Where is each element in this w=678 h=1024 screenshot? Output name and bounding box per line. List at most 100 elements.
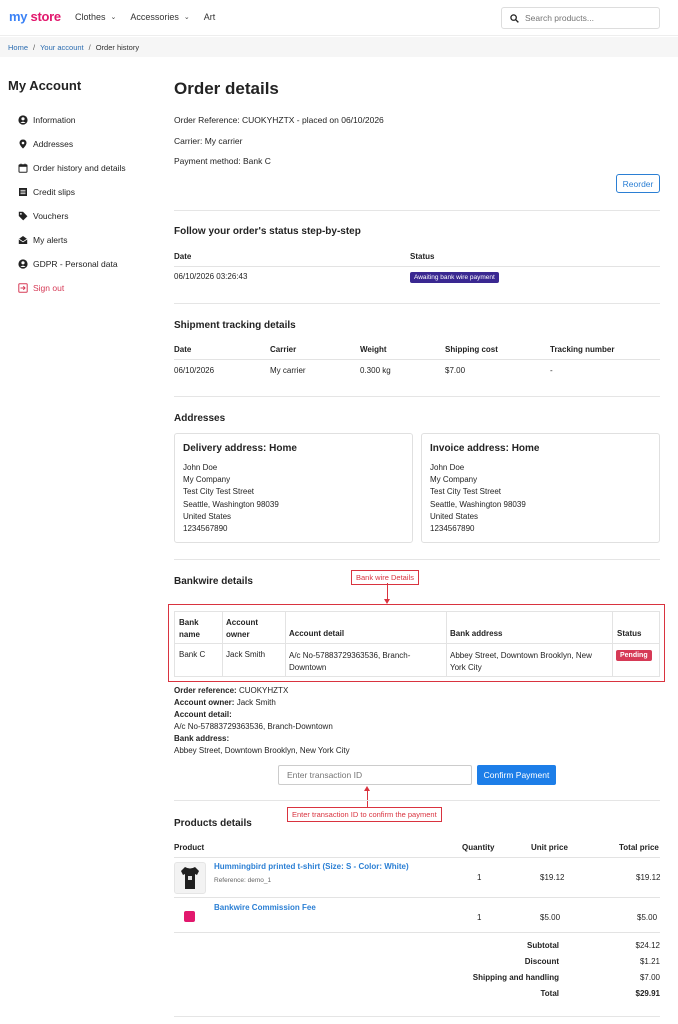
- bankwire-section-title: Bankwire details: [174, 576, 253, 587]
- calendar-icon: [18, 163, 28, 173]
- nav-item-accessories[interactable]: Accessories ⌄: [130, 12, 189, 22]
- shipment-date: 06/10/2026: [174, 366, 215, 375]
- bank-account-owner: Jack Smith: [226, 650, 266, 659]
- delivery-address-card: Delivery address: Home John Doe My Compa…: [174, 433, 413, 543]
- divider: [174, 800, 660, 801]
- status-date: 06/10/2026 03:26:43: [174, 272, 248, 281]
- column-divider: [285, 611, 286, 677]
- list-icon: [18, 187, 28, 197]
- order-reference: Order Reference: CUOKYHZTX - placed on 0…: [174, 115, 384, 125]
- breadcrumb-home[interactable]: Home: [8, 43, 28, 52]
- table-header-line: [174, 266, 660, 267]
- user-circle-icon: [18, 259, 28, 269]
- page-title: Order details: [174, 79, 279, 98]
- summary-account-owner: Account owner: Jack Smith: [174, 698, 276, 707]
- site-header: my store Clothes ⌄ Accessories ⌄ Art: [0, 0, 678, 36]
- sidebar-item-my-alerts[interactable]: My alerts: [8, 228, 158, 252]
- map-pin-icon: [18, 139, 28, 149]
- header-line: Account: [226, 618, 258, 627]
- divider: [174, 396, 660, 397]
- shipment-header-weight: Weight: [360, 345, 387, 354]
- address-line: Test City Test Street: [183, 487, 254, 497]
- sidebar-item-gdpr[interactable]: GDPR - Personal data: [8, 252, 158, 276]
- product-reference: Reference: demo_1: [214, 877, 272, 884]
- bank-header-account-owner: Account owner: [226, 617, 258, 641]
- confirm-payment-button[interactable]: Confirm Payment: [477, 765, 556, 785]
- products-section-title: Products details: [174, 818, 252, 829]
- bank-account-detail: A/c No-57883729363536, Branch- Downtown: [289, 650, 410, 674]
- transaction-id-callout: Enter transaction ID to confirm the paym…: [287, 807, 442, 822]
- shipping-label: Shipping and handling: [472, 973, 559, 982]
- table-header-line: [174, 359, 660, 360]
- sidebar-item-sign-out[interactable]: Sign out: [8, 276, 158, 300]
- summary-order-reference: Order reference: CUOKYHZTX: [174, 686, 289, 695]
- product-link[interactable]: Hummingbird printed t-shirt (Size: S - C…: [214, 862, 409, 871]
- sidebar-item-information[interactable]: Information: [8, 108, 158, 132]
- cell-line: York City: [450, 663, 482, 672]
- address-line: John Doe: [183, 463, 218, 472]
- discount-value: $1.21: [639, 957, 660, 966]
- bankwire-summary: Order reference: CUOKYHZTX Account owner…: [174, 685, 350, 757]
- products-header-quantity: Quantity: [462, 843, 495, 852]
- header-line: name: [179, 630, 200, 639]
- invoice-address-card: Invoice address: Home John Doe My Compan…: [421, 433, 660, 543]
- divider: [174, 559, 660, 560]
- invoice-address-title: Invoice address: Home: [430, 443, 540, 454]
- reorder-button[interactable]: Reorder: [616, 174, 660, 193]
- row-line: [174, 932, 660, 933]
- status-header-date: Date: [174, 252, 192, 261]
- sidebar-item-addresses[interactable]: Addresses: [8, 132, 158, 156]
- store-logo[interactable]: my store: [9, 9, 61, 24]
- products-header-product: Product: [174, 843, 205, 852]
- product-unit-price: $19.12: [540, 873, 565, 882]
- search-input[interactable]: [525, 13, 655, 23]
- summary-account-detail-value: A/c No-57883729363536, Branch-Downtown: [174, 722, 333, 731]
- bank-header-bank-address: Bank address: [450, 629, 503, 638]
- nav-item-art[interactable]: Art: [204, 12, 216, 22]
- bank-header-status: Status: [617, 629, 642, 638]
- main-nav: Clothes ⌄ Accessories ⌄ Art: [75, 12, 229, 22]
- table-header-line: [174, 643, 660, 644]
- sidebar-title: My Account: [8, 78, 82, 93]
- status-section-title: Follow your order's status step-by-step: [174, 226, 361, 237]
- total-value: $29.91: [635, 989, 660, 998]
- breadcrumb-current: Order history: [95, 43, 140, 52]
- shipment-cost: $7.00: [445, 366, 466, 375]
- transaction-id-input[interactable]: [278, 765, 472, 785]
- sidebar-item-order-history[interactable]: Order history and details: [8, 156, 158, 180]
- divider: [174, 1016, 660, 1017]
- product-quantity: 1: [477, 913, 482, 922]
- bank-header-bank-name: Bank name: [179, 617, 200, 641]
- sidebar-item-vouchers[interactable]: Vouchers: [8, 204, 158, 228]
- product-thumbnail[interactable]: [174, 862, 206, 894]
- address-line: Seattle, Washington 98039: [430, 499, 526, 509]
- sidebar-item-credit-slips[interactable]: Credit slips: [8, 180, 158, 204]
- order-payment-method: Payment method: Bank C: [174, 156, 271, 166]
- callout-arrow: [367, 791, 368, 807]
- search-box[interactable]: [501, 7, 660, 29]
- fee-icon: [184, 911, 195, 922]
- shipment-header-date: Date: [174, 345, 192, 354]
- shipment-header-carrier: Carrier: [270, 345, 297, 354]
- nav-item-clothes[interactable]: Clothes ⌄: [75, 12, 116, 22]
- breadcrumb-your-account[interactable]: Your account: [40, 43, 84, 52]
- product-quantity: 1: [477, 873, 482, 882]
- tshirt-icon: [181, 867, 199, 889]
- bank-name: Bank C: [179, 650, 206, 659]
- header-line: owner: [226, 630, 250, 639]
- user-icon: [18, 115, 28, 125]
- shipment-section-title: Shipment tracking details: [174, 320, 296, 331]
- breadcrumb: Home / Your account / Order history: [0, 37, 678, 57]
- chevron-down-icon: ⌄: [183, 14, 190, 21]
- product-link[interactable]: Bankwire Commission Fee: [214, 903, 316, 912]
- address-line: Test City Test Street: [430, 487, 501, 497]
- addresses-section-title: Addresses: [174, 413, 226, 424]
- cell-line: Downtown: [289, 663, 327, 672]
- address-line: John Doe: [430, 463, 465, 472]
- sign-out-icon: [18, 283, 28, 293]
- product-total-price: $5.00: [637, 913, 658, 922]
- discount-label: Discount: [524, 957, 559, 966]
- subtotal-label: Subtotal: [527, 941, 559, 950]
- shipment-header-tracking: Tracking number: [550, 345, 615, 354]
- address-line: Seattle, Washington 98039: [183, 499, 279, 509]
